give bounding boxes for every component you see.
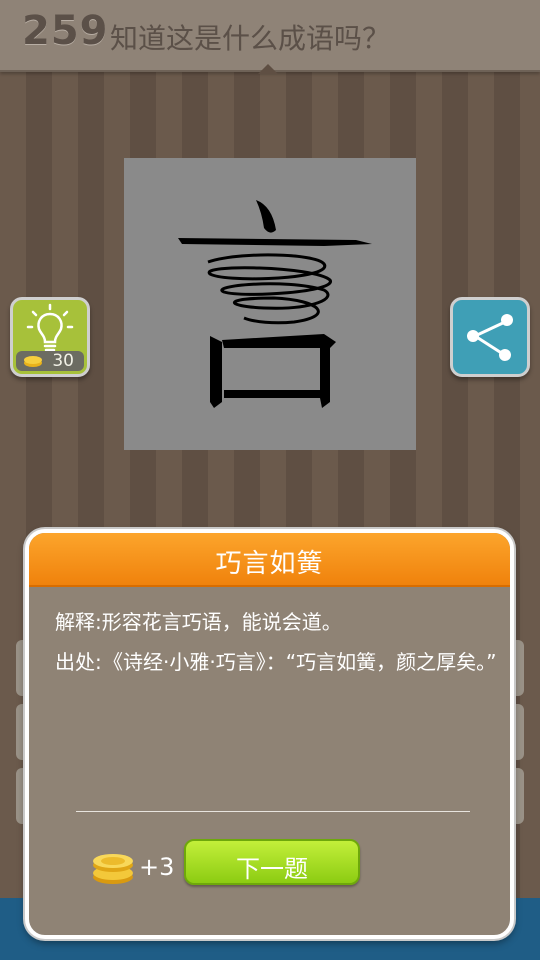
share-icon <box>467 314 513 361</box>
lightbulb-icon <box>26 303 74 352</box>
next-question-button[interactable]: 下一题 <box>184 839 360 885</box>
source-text: 《诗经·小雅·巧言》：“巧言如簧，颜之厚矣。” <box>103 650 497 674</box>
idiom-definition: 解释:形容花言巧语，能说会道。 <box>55 610 342 634</box>
divider <box>76 811 470 812</box>
reward-amount: +3 <box>139 853 175 881</box>
hint-cost-badge: 30 <box>16 351 84 371</box>
puzzle-image <box>124 158 416 450</box>
share-button[interactable] <box>450 297 530 377</box>
hint-button[interactable]: 30 <box>10 297 90 377</box>
level-number: 259 <box>22 8 109 54</box>
header-notch <box>258 64 278 74</box>
question-text: 知道这是什么成语吗？ <box>110 22 391 55</box>
answer-dialog: 巧言如簧 解释:形容花言巧语，能说会道。 出处: 《诗经·小雅·巧言》：“巧言如… <box>25 529 514 939</box>
coin-icon <box>24 356 42 367</box>
idiom-title: 巧言如簧 <box>215 549 324 579</box>
header-bar: 259 知道这是什么成语吗？ <box>0 0 540 72</box>
source-label: 出处: <box>55 650 102 674</box>
coins-icon <box>93 854 133 884</box>
next-question-label: 下一题 <box>236 855 308 883</box>
puzzle-graphic <box>178 200 372 408</box>
hint-cost-value: 30 <box>52 351 74 371</box>
dialog-header: 巧言如簧 <box>29 533 510 587</box>
